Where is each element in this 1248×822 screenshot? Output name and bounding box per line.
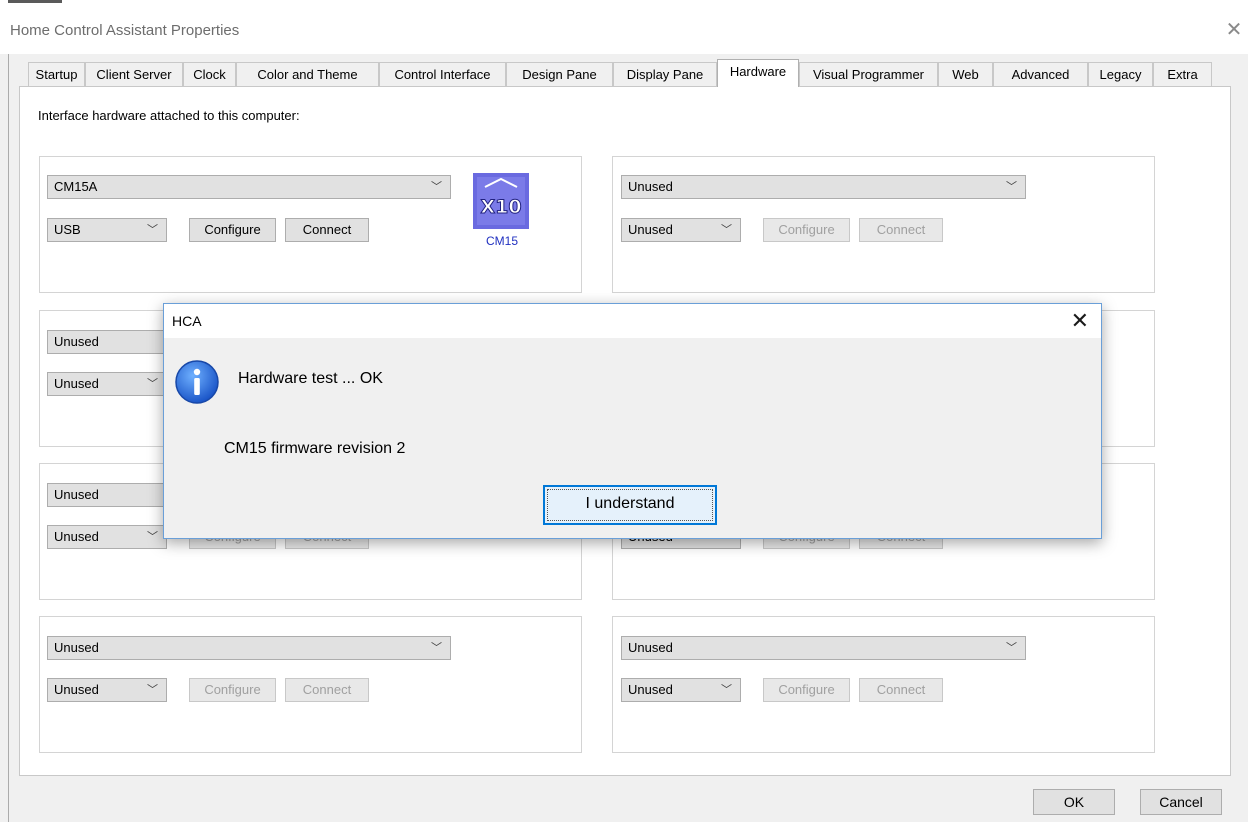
chevron-down-icon: ﹀ (721, 224, 732, 236)
top-edge (0, 0, 1248, 8)
connect-button-2[interactable]: Connect (859, 218, 943, 242)
tab-color-and-theme[interactable]: Color and Theme (236, 62, 379, 86)
tab-display-pane[interactable]: Display Pane (613, 62, 717, 86)
tab-design-pane[interactable]: Design Pane (506, 62, 613, 86)
chevron-down-icon: ﹀ (1006, 181, 1017, 193)
window-titlebar: Home Control Assistant Properties ✕ (0, 8, 1248, 54)
device-select-value: Unused (54, 487, 99, 502)
port-select-value: Unused (54, 376, 99, 391)
device-select-value: Unused (628, 640, 673, 655)
tab-clock[interactable]: Clock (183, 62, 236, 86)
port-select-value: USB (54, 222, 81, 237)
tab-hardware[interactable]: Hardware (717, 59, 799, 87)
port-select-value: Unused (54, 682, 99, 697)
dialog-detail: CM15 firmware revision 2 (224, 440, 406, 457)
port-select-2[interactable]: Unused ﹀ (621, 218, 741, 242)
device-select-8[interactable]: Unused ﹀ (621, 636, 1026, 660)
hardware-intro-text: Interface hardware attached to this comp… (38, 108, 300, 123)
port-select-7[interactable]: Unused ﹀ (47, 678, 167, 702)
port-select-5[interactable]: Unused ﹀ (47, 525, 167, 549)
window-close-icon[interactable]: ✕ (1222, 18, 1246, 42)
configure-button-8[interactable]: Configure (763, 678, 850, 702)
device-select-2[interactable]: Unused ﹀ (621, 175, 1026, 199)
tab-extra[interactable]: Extra (1153, 62, 1212, 86)
device-select-value: CM15A (54, 179, 98, 194)
tab-advanced[interactable]: Advanced (993, 62, 1088, 86)
x10-badge-text: X10 (480, 196, 521, 218)
tab-web[interactable]: Web (938, 62, 993, 86)
cancel-button[interactable]: Cancel (1140, 789, 1222, 815)
focus-rectangle (547, 489, 713, 521)
cm15-icon-label: CM15 (486, 234, 519, 248)
chevron-down-icon: ﹀ (147, 378, 158, 390)
chevron-down-icon: ﹀ (147, 684, 158, 696)
chevron-down-icon: ﹀ (147, 224, 158, 236)
dialog-titlebar: HCA ✕ (164, 304, 1101, 338)
hca-message-dialog: HCA ✕ Hardware test ... OK CM15 firmware… (163, 303, 1102, 539)
device-select-value: Unused (54, 640, 99, 655)
x10-device-icon: X10 (473, 173, 529, 229)
connect-button-1[interactable]: Connect (285, 218, 369, 242)
ok-button[interactable]: OK (1033, 789, 1115, 815)
configure-button-1[interactable]: Configure (189, 218, 276, 242)
top-accent (8, 0, 62, 3)
device-select-value: Unused (628, 179, 673, 194)
port-select-3[interactable]: Unused ﹀ (47, 372, 167, 396)
dialog-title: HCA (172, 313, 202, 329)
port-select-value: Unused (54, 529, 99, 544)
info-icon (175, 360, 219, 404)
configure-button-7[interactable]: Configure (189, 678, 276, 702)
tab-control-interface[interactable]: Control Interface (379, 62, 506, 86)
configure-button-2[interactable]: Configure (763, 218, 850, 242)
chevron-down-icon: ﹀ (431, 642, 442, 654)
tab-client-server[interactable]: Client Server (85, 62, 183, 86)
chevron-down-icon: ﹀ (147, 531, 158, 543)
i-understand-button[interactable]: I understand (543, 485, 717, 525)
tab-visual-programmer[interactable]: Visual Programmer (799, 62, 938, 86)
tab-startup[interactable]: Startup (28, 62, 85, 86)
chevron-down-icon: ﹀ (1006, 642, 1017, 654)
chevron-down-icon: ﹀ (431, 181, 442, 193)
port-select-value: Unused (628, 682, 673, 697)
port-select-8[interactable]: Unused ﹀ (621, 678, 741, 702)
chevron-down-icon: ﹀ (721, 684, 732, 696)
dialog-close-icon[interactable]: ✕ (1071, 308, 1089, 334)
connect-button-8[interactable]: Connect (859, 678, 943, 702)
connect-button-7[interactable]: Connect (285, 678, 369, 702)
port-select-1[interactable]: USB ﹀ (47, 218, 167, 242)
device-select-value: Unused (54, 334, 99, 349)
tab-legacy[interactable]: Legacy (1088, 62, 1153, 86)
port-select-value: Unused (628, 222, 673, 237)
window-title: Home Control Assistant Properties (10, 22, 240, 39)
device-select-1[interactable]: CM15A ﹀ (47, 175, 451, 199)
device-select-7[interactable]: Unused ﹀ (47, 636, 451, 660)
dialog-message: Hardware test ... OK (238, 370, 383, 387)
